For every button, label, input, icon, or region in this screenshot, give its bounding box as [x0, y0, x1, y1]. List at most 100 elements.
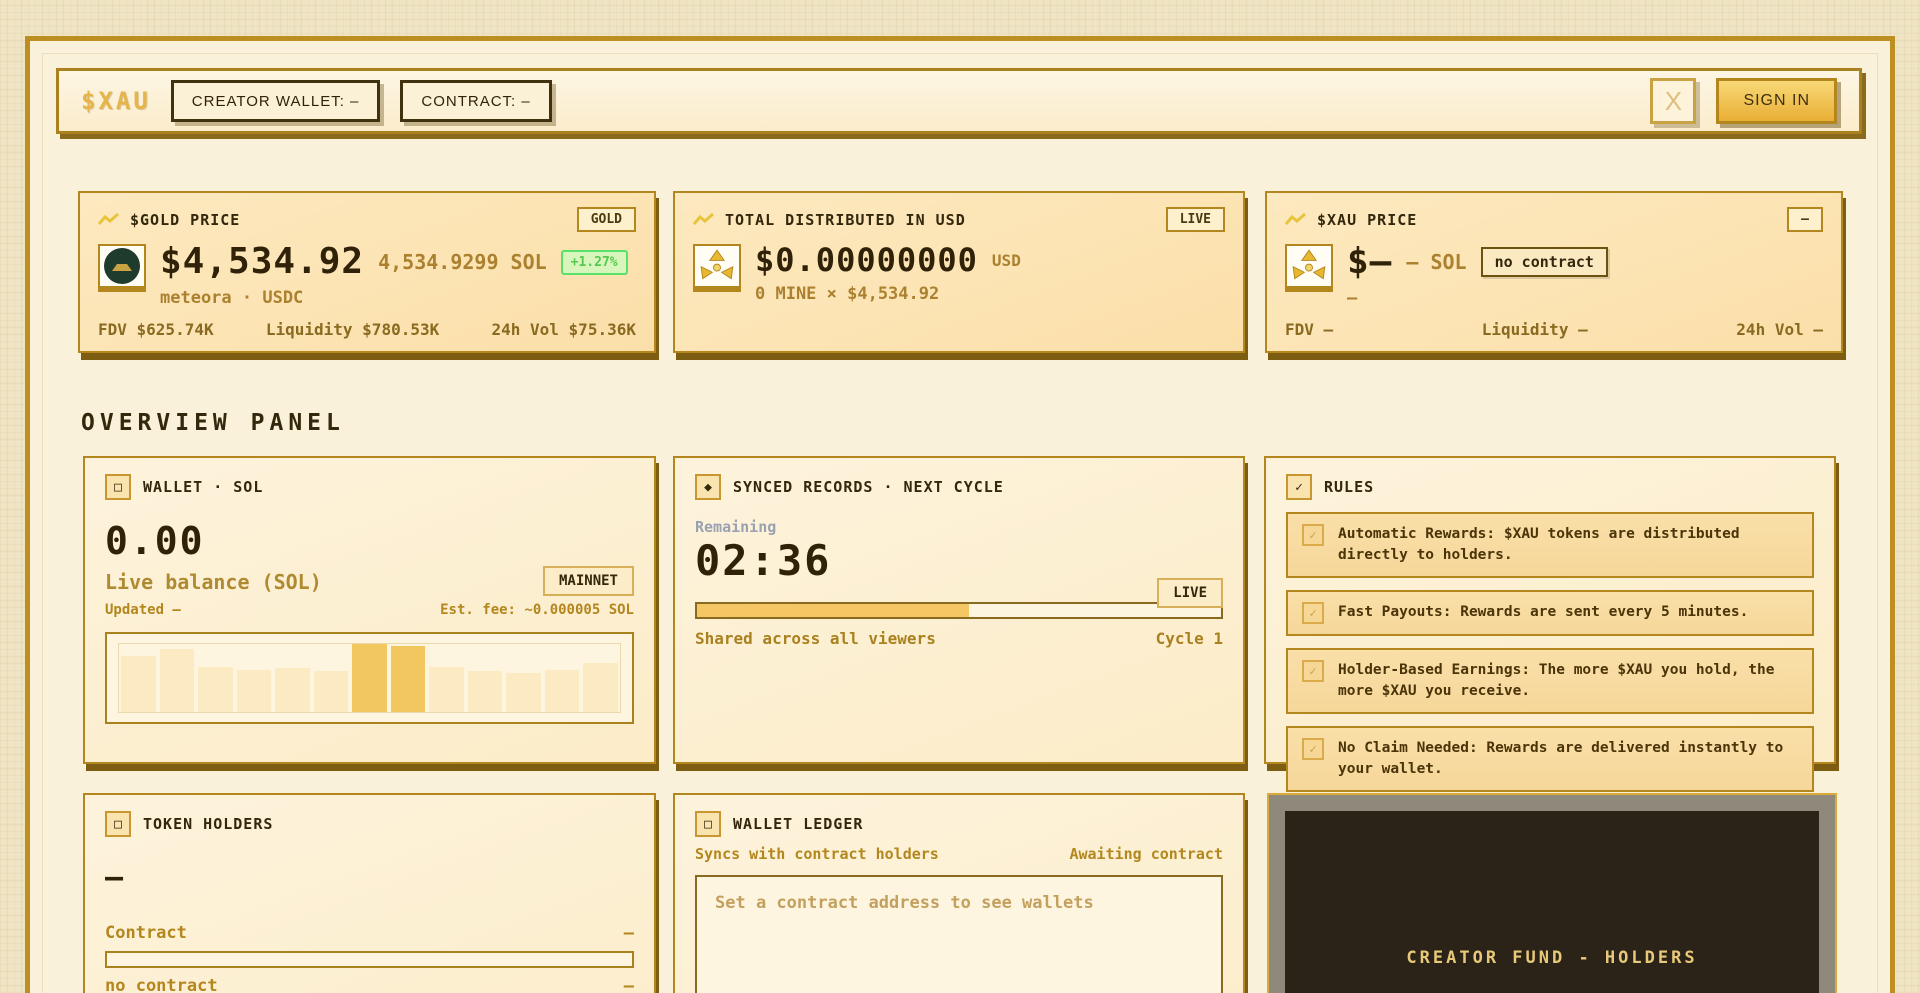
wallet-ledger-card: □ WALLET LEDGER Syncs with contract hold…: [673, 793, 1245, 993]
ledger-list-box[interactable]: Set a contract address to see wallets: [695, 875, 1223, 993]
rule-item: ✓ No Claim Needed: Rewards are delivered…: [1286, 726, 1814, 792]
sparkline-bar: [352, 644, 387, 712]
rule-check-icon: ✓: [1302, 738, 1324, 760]
price-change-badge: +1.27%: [561, 250, 628, 275]
gold-price-value: $4,534.92: [160, 244, 364, 280]
xau-price-value: $–: [1347, 244, 1392, 280]
panel-title: SYNCED RECORDS · NEXT CYCLE: [733, 478, 1004, 496]
trend-icon: [98, 212, 120, 227]
gold-liquidity: Liquidity $780.53K: [266, 320, 439, 339]
rule-text: Fast Payouts: Rewards are sent every 5 m…: [1338, 602, 1748, 623]
sparkline-bar: [314, 671, 349, 712]
panel-title: RULES: [1324, 478, 1374, 496]
trend-icon: [1285, 212, 1307, 227]
contract-value: –: [624, 923, 634, 943]
wallet-balance: 0.00: [105, 522, 634, 560]
overview-panel-heading: OVERVIEW PANEL: [81, 410, 345, 436]
holders-icon: □: [105, 811, 131, 837]
sparkline-bar: [506, 673, 541, 712]
rule-text: Automatic Rewards: $XAU tokens are distr…: [1338, 524, 1798, 566]
no-contract-label: no contract: [105, 976, 218, 993]
sparkline-bar: [468, 671, 503, 712]
token-holders-card: □ TOKEN HOLDERS – Contract – no contract…: [83, 793, 656, 993]
rule-item: ✓ Fast Payouts: Rewards are sent every 5…: [1286, 590, 1814, 636]
panel-title: WALLET LEDGER: [733, 815, 863, 833]
sparkline-bar: [583, 663, 618, 712]
xau-volume: 24h Vol –: [1736, 320, 1823, 339]
rule-item: ✓ Holder-Based Earnings: The more $XAU y…: [1286, 648, 1814, 714]
synced-records-card: ◆ SYNCED RECORDS · NEXT CYCLE Remaining …: [673, 456, 1245, 764]
creator-wallet-button[interactable]: CREATOR WALLET: –: [171, 80, 381, 122]
card-title: $GOLD PRICE: [130, 211, 240, 229]
creator-fund-card: CREATOR FUND - HOLDERS: [1267, 793, 1837, 993]
sparkline-bar: [198, 667, 233, 712]
ledger-sub-right: Awaiting contract: [1069, 845, 1223, 863]
no-contract-chip: no contract: [1481, 247, 1608, 277]
mainnet-badge: MAINNET: [543, 566, 634, 596]
sparkline-bar: [429, 667, 464, 712]
wallet-chart-box: [105, 632, 634, 724]
wallet-fee: Est. fee: ~0.000005 SOL: [440, 602, 634, 618]
card-title: TOTAL DISTRIBUTED IN USD: [725, 211, 966, 229]
rule-text: Holder-Based Earnings: The more $XAU you…: [1338, 660, 1798, 702]
rule-check-icon: ✓: [1302, 524, 1324, 546]
gold-pair-label: meteora · USDC: [160, 288, 628, 308]
wallet-icon: □: [105, 474, 131, 500]
distributed-sub: 0 MINE × $4,534.92: [755, 284, 1021, 304]
gold-volume: 24h Vol $75.36K: [491, 320, 636, 339]
card-title: $XAU PRICE: [1317, 211, 1417, 229]
cycle-progress-track: [695, 602, 1223, 619]
no-contract-value: –: [624, 976, 634, 993]
distributed-value: $0.00000000: [755, 244, 978, 276]
ledger-icon: □: [695, 811, 721, 837]
gold-fdv: FDV $625.74K: [98, 320, 214, 339]
cycle-progress-fill: [697, 604, 969, 617]
gold-coin-icon: [98, 244, 146, 292]
panel-title: WALLET · SOL: [143, 478, 263, 496]
xau-price-sol: – SOL: [1406, 250, 1466, 274]
sparkline-bar: [275, 668, 310, 712]
rule-check-icon: ✓: [1302, 660, 1324, 682]
distributed-unit: USD: [992, 251, 1021, 270]
rule-check-icon: ✓: [1302, 602, 1324, 624]
sync-footer-left: Shared across all viewers: [695, 629, 936, 648]
wallet-bars: [118, 643, 621, 713]
rule-item: ✓ Automatic Rewards: $XAU tokens are dis…: [1286, 512, 1814, 578]
sparkline-bar: [160, 649, 195, 712]
rule-text: No Claim Needed: Rewards are delivered i…: [1338, 738, 1798, 780]
ledger-placeholder: Set a contract address to see wallets: [715, 893, 1094, 913]
ledger-sub-left: Syncs with contract holders: [695, 845, 939, 863]
dash-badge: –: [1787, 207, 1823, 232]
xau-price-card: $XAU PRICE – $– – SOL no contract – FDV …: [1265, 191, 1843, 353]
recycle-icon: [1285, 244, 1333, 292]
sparkline-bar: [545, 670, 580, 712]
xau-liquidity: Liquidity –: [1482, 320, 1588, 339]
diamond-icon: ◆: [695, 474, 721, 500]
gold-price-sol: 4,534.9299 SOL: [378, 250, 547, 274]
check-icon: ✓: [1286, 474, 1312, 500]
wallet-sol-card: □ WALLET · SOL 0.00 Live balance (SOL) M…: [83, 456, 656, 764]
holders-count: –: [105, 863, 634, 893]
header-bar: $XAU CREATOR WALLET: – CONTRACT: – X SIG…: [56, 68, 1862, 134]
wallet-updated: Updated –: [105, 602, 181, 618]
sparkline-bar: [237, 670, 272, 712]
holders-progress-track: [105, 951, 634, 968]
sync-footer-right: Cycle 1: [1156, 629, 1223, 648]
total-distributed-card: TOTAL DISTRIBUTED IN USD LIVE $0.0000000…: [673, 191, 1245, 353]
gold-badge: GOLD: [577, 207, 636, 232]
creator-fund-screen: CREATOR FUND - HOLDERS: [1285, 811, 1819, 993]
live-badge: LIVE: [1157, 578, 1223, 608]
app-logo: $XAU: [81, 87, 151, 115]
contract-button[interactable]: CONTRACT: –: [400, 80, 551, 122]
sparkline-bar: [391, 646, 426, 712]
live-badge: LIVE: [1166, 207, 1225, 232]
rules-card: ✓ RULES ✓ Automatic Rewards: $XAU tokens…: [1264, 456, 1836, 764]
xau-fdv: FDV –: [1285, 320, 1333, 339]
xau-sub: –: [1347, 288, 1608, 308]
sparkline-bar: [121, 656, 156, 712]
sign-in-button[interactable]: SIGN IN: [1716, 78, 1837, 124]
gold-price-card: $GOLD PRICE GOLD $4,534.92 4,534.9299 SO…: [78, 191, 656, 353]
contract-label: Contract: [105, 923, 187, 943]
x-social-icon[interactable]: X: [1650, 78, 1696, 124]
remaining-label: Remaining: [695, 518, 1223, 536]
